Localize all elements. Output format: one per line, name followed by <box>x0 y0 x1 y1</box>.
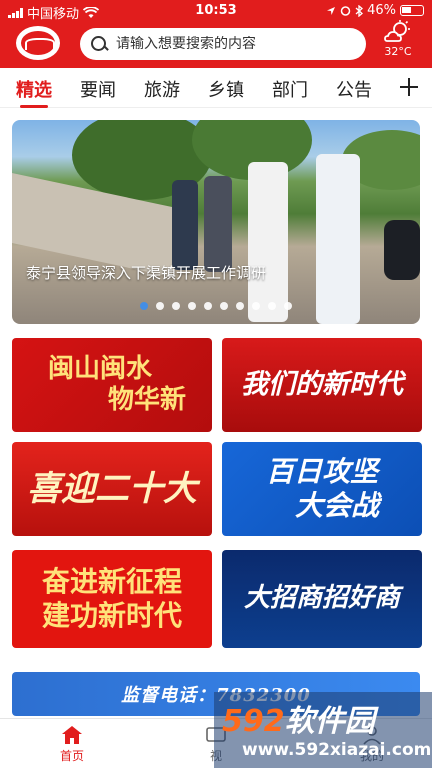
promo-tile[interactable]: 闽山闽水 物华新 <box>12 338 212 432</box>
banner-person <box>316 154 360 324</box>
tab-towns[interactable]: 乡镇 <box>208 76 244 102</box>
promo-tile-line: 喜迎二十大 <box>27 468 197 509</box>
watermark-number: 592 <box>222 704 285 739</box>
watermark-url: www.592xiazai.com <box>242 740 432 760</box>
weather-icon <box>384 20 410 42</box>
promo-tile-line: 奋进新征程 <box>41 565 182 599</box>
promo-tile-line: 大招商招好商 <box>243 583 400 614</box>
tab-featured[interactable]: 精选 <box>16 76 52 108</box>
tab-headlines[interactable]: 要闻 <box>80 76 116 102</box>
nav-home[interactable]: 首页 <box>42 725 102 764</box>
promo-tile[interactable]: 喜迎二十大 <box>12 442 212 536</box>
channel-tabs: 精选 要闻 旅游 乡镇 部门 公告 <box>0 68 432 108</box>
carousel-dot[interactable] <box>252 302 260 310</box>
status-bar: 中国移动 10:53 46% <box>0 0 432 22</box>
bluetooth-icon <box>355 4 364 17</box>
carousel-dot[interactable] <box>172 302 180 310</box>
tab-departments[interactable]: 部门 <box>272 76 308 102</box>
location-icon <box>327 6 336 15</box>
carousel-indicator <box>12 302 420 310</box>
carousel-dot[interactable] <box>284 302 292 310</box>
carousel-dot[interactable] <box>220 302 228 310</box>
banner-person <box>172 180 198 270</box>
weather-widget[interactable]: 32°C <box>378 20 418 58</box>
banner-person <box>248 162 288 322</box>
promo-tile-line: 我们的新时代 <box>241 368 403 400</box>
banner-person <box>204 176 232 272</box>
app-logo[interactable] <box>16 26 60 60</box>
search-bar[interactable] <box>80 28 366 60</box>
tab-tourism[interactable]: 旅游 <box>144 76 180 102</box>
banner-caption: 泰宁县领导深入下渠镇开展工作调研 <box>26 264 267 282</box>
promo-tile-line: 建功新时代 <box>41 599 182 632</box>
banner-car <box>384 220 420 280</box>
add-channel-icon[interactable] <box>400 78 418 96</box>
tab-announcements[interactable]: 公告 <box>336 76 372 102</box>
promo-tile-line: 百日攻坚 <box>265 455 378 489</box>
promo-tile[interactable]: 大招商招好商 <box>222 550 422 648</box>
search-icon <box>90 35 108 53</box>
promo-tile[interactable]: 百日攻坚 大会战 <box>222 442 422 536</box>
carousel-dot[interactable] <box>204 302 212 310</box>
promo-tile-line: 大会战 <box>294 489 379 522</box>
battery-icon <box>400 5 424 16</box>
promo-tile[interactable]: 我们的新时代 <box>222 338 422 432</box>
promo-tile-line: 物华新 <box>107 385 186 415</box>
promo-tile-line: 闽山闽水 <box>47 353 152 384</box>
weather-temperature: 32°C <box>384 45 412 58</box>
home-icon <box>62 726 82 744</box>
nav-home-label: 首页 <box>59 749 84 763</box>
headline-carousel[interactable]: 泰宁县领导深入下渠镇开展工作调研 <box>12 120 420 324</box>
site-watermark: 592软件园 www.592xiazai.com <box>214 692 432 768</box>
promo-tile[interactable]: 奋进新征程 建功新时代 <box>12 550 212 648</box>
carousel-dot[interactable] <box>236 302 244 310</box>
carousel-dot[interactable] <box>156 302 164 310</box>
carousel-dot[interactable] <box>268 302 276 310</box>
search-input[interactable] <box>116 36 356 52</box>
carousel-dot[interactable] <box>188 302 196 310</box>
battery-percent: 46% <box>367 3 396 18</box>
alarm-icon <box>340 6 351 16</box>
watermark-brand: 软件园 <box>284 704 375 739</box>
carousel-dot[interactable] <box>140 302 148 310</box>
